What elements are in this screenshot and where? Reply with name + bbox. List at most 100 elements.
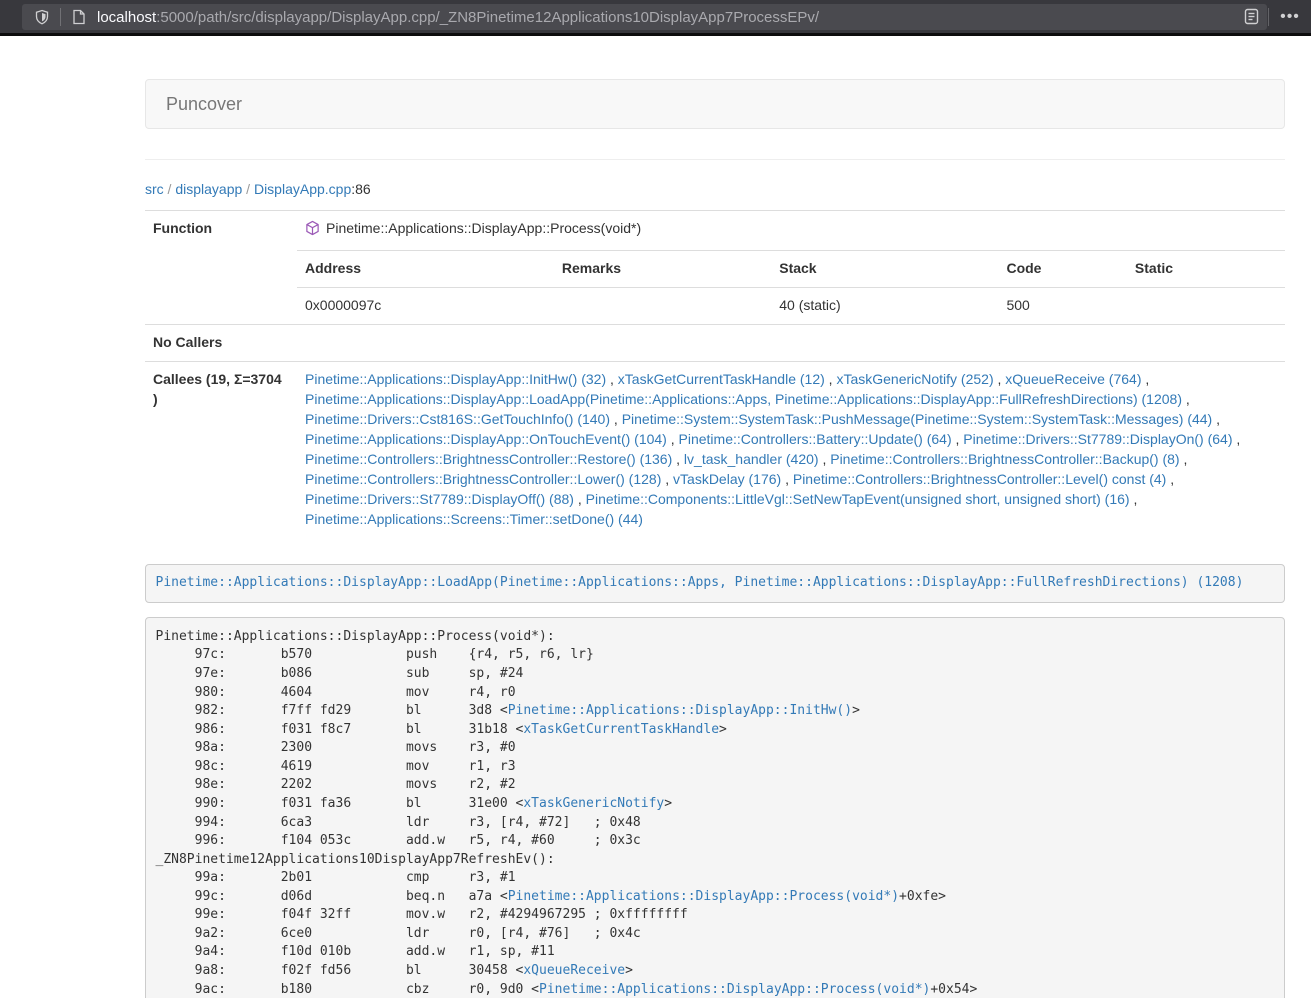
- callee-separator: ,: [606, 371, 618, 387]
- callee-separator: ,: [1130, 491, 1138, 507]
- disassembly-text: 996: f104 053c add.w r5, r4, #60 ; 0x3c: [156, 833, 641, 848]
- callee-separator: ,: [667, 431, 679, 447]
- disassembly-text: _ZN8Pinetime12Applications10DisplayApp7R…: [156, 852, 555, 867]
- callee-separator: ,: [1141, 371, 1149, 387]
- column-header-code: Code: [998, 251, 1126, 287]
- disassembly-text: >: [852, 703, 860, 718]
- breadcrumb: src / displayapp / DisplayApp.cpp:86: [145, 181, 1285, 197]
- disassembly-text: +0xfe>: [899, 889, 946, 904]
- disassembly-text: >: [625, 963, 633, 978]
- disassembly-text: 98c: 4619 mov r1, r3: [156, 759, 516, 774]
- column-header-stack: Stack: [771, 251, 998, 287]
- callee-link[interactable]: Pinetime::Applications::DisplayApp::Load…: [305, 391, 1182, 407]
- app-navbar: Puncover: [145, 79, 1285, 129]
- disassembly-symbol-link[interactable]: Pinetime::Applications::DisplayApp::Proc…: [508, 889, 899, 904]
- package-icon: [305, 220, 320, 242]
- callees-label: Callees (19, Σ=3704 ): [145, 361, 297, 537]
- breadcrumb-separator: /: [164, 181, 176, 197]
- callee-separator: ,: [1166, 471, 1174, 487]
- highlighted-symbol-box: Pinetime::Applications::DisplayApp::Load…: [145, 564, 1285, 604]
- code-size-value: 500: [998, 287, 1126, 323]
- function-row-label: Function: [145, 211, 297, 325]
- table-row: 0x0000097c 40 (static) 500: [297, 287, 1285, 323]
- breadcrumb-links: src / displayapp / DisplayApp.cpp: [145, 181, 351, 197]
- disassembly-text: >: [719, 722, 727, 737]
- callee-link[interactable]: xTaskGetCurrentTaskHandle (12): [618, 371, 825, 387]
- disassembly-symbol-link[interactable]: Pinetime::Applications::DisplayApp::Proc…: [539, 982, 930, 997]
- url-host: localhost: [97, 9, 156, 26]
- highlighted-symbol-link[interactable]: Pinetime::Applications::DisplayApp::Load…: [156, 575, 1244, 590]
- function-name-cell: Pinetime::Applications::DisplayApp::Proc…: [297, 211, 1285, 251]
- disassembly-symbol-link[interactable]: xTaskGetCurrentTaskHandle: [523, 722, 719, 737]
- breadcrumb-link[interactable]: src: [145, 181, 164, 197]
- callee-link[interactable]: lv_task_handler (420): [684, 451, 819, 467]
- disassembly-text: 99c: d06d beq.n a7a <: [156, 889, 508, 904]
- callee-link[interactable]: Pinetime::Applications::Screens::Timer::…: [305, 511, 643, 527]
- callee-link[interactable]: Pinetime::Controllers::BrightnessControl…: [305, 451, 672, 467]
- callee-separator: ,: [1233, 431, 1241, 447]
- callee-link[interactable]: Pinetime::Components::LittleVgl::SetNewT…: [586, 491, 1130, 507]
- column-header-remarks: Remarks: [554, 251, 771, 287]
- callee-link[interactable]: Pinetime::Drivers::St7789::DisplayOff() …: [305, 491, 574, 507]
- callee-separator: ,: [819, 451, 831, 467]
- disassembly-text: 990: f031 fa36 bl 31e00 <: [156, 796, 524, 811]
- callee-link[interactable]: Pinetime::Applications::DisplayApp::Init…: [305, 371, 606, 387]
- callee-link[interactable]: Pinetime::Drivers::St7789::DisplayOn() (…: [963, 431, 1232, 447]
- callee-link[interactable]: Pinetime::Controllers::BrightnessControl…: [305, 471, 661, 487]
- disassembly-text: 97e: b086 sub sp, #24: [156, 666, 524, 681]
- callee-link[interactable]: Pinetime::Drivers::Cst816S::GetTouchInfo…: [305, 411, 610, 427]
- callee-link[interactable]: Pinetime::Applications::DisplayApp::OnTo…: [305, 431, 667, 447]
- callee-separator: ,: [1180, 451, 1188, 467]
- disassembly-symbol-link[interactable]: xQueueReceive: [523, 963, 625, 978]
- shield-icon[interactable]: [30, 5, 54, 29]
- divider: [145, 159, 1285, 160]
- callee-link[interactable]: xTaskGenericNotify (252): [836, 371, 993, 387]
- callee-separator: ,: [781, 471, 793, 487]
- callee-link[interactable]: Pinetime::Controllers::BrightnessControl…: [793, 471, 1166, 487]
- function-detail-table: Address Remarks Stack Code Static 0x0000…: [297, 251, 1285, 324]
- callee-separator: ,: [994, 371, 1006, 387]
- function-name: Pinetime::Applications::DisplayApp::Proc…: [326, 220, 641, 236]
- reader-mode-icon[interactable]: [1244, 8, 1259, 30]
- browser-toolbar: localhost:5000/path/src/displayapp/Displ…: [0, 0, 1311, 33]
- breadcrumb-link[interactable]: displayapp: [175, 181, 242, 197]
- menu-ellipsis-icon[interactable]: •••: [1275, 8, 1305, 26]
- column-header-static: Static: [1127, 251, 1285, 287]
- disassembly-symbol-link[interactable]: xTaskGenericNotify: [523, 796, 664, 811]
- app-brand-link[interactable]: Puncover: [146, 80, 262, 128]
- callee-separator: ,: [952, 431, 964, 447]
- url-bar[interactable]: localhost:5000/path/src/displayapp/Displ…: [22, 4, 1267, 30]
- callee-separator: ,: [825, 371, 837, 387]
- callee-link[interactable]: Pinetime::System::SystemTask::PushMessag…: [622, 411, 1213, 427]
- breadcrumb-separator: /: [242, 181, 254, 197]
- callers-cell: [297, 324, 1285, 361]
- url-path: :5000/path/src/displayapp/DisplayApp.cpp…: [156, 9, 819, 26]
- static-value: [1127, 287, 1285, 323]
- disassembly-symbol-link[interactable]: Pinetime::Applications::DisplayApp::Init…: [508, 703, 852, 718]
- toolbar-bottom-strip: [0, 33, 1311, 36]
- function-table: Function Pinetime::Applications::Display…: [145, 210, 1285, 538]
- callee-separator: ,: [610, 411, 622, 427]
- callee-separator: ,: [574, 491, 586, 507]
- disassembly-pre: Pinetime::Applications::DisplayApp::Proc…: [145, 617, 1285, 998]
- callee-link[interactable]: Pinetime::Controllers::Battery::Update()…: [679, 431, 952, 447]
- callee-link[interactable]: xQueueReceive (764): [1005, 371, 1141, 387]
- disassembly-text: 9a8: f02f fd56 bl 30458 <: [156, 963, 524, 978]
- address-value: 0x0000097c: [297, 287, 554, 323]
- disassembly-text: 9a2: 6ce0 ldr r0, [r4, #76] ; 0x4c: [156, 926, 641, 941]
- disassembly-text: 99e: f04f 32ff mov.w r2, #4294967295 ; 0…: [156, 907, 688, 922]
- stack-value: 40 (static): [771, 287, 998, 323]
- disassembly-text: 980: 4604 mov r4, r0: [156, 685, 516, 700]
- callee-separator: ,: [672, 451, 684, 467]
- disassembly-text: 98e: 2202 movs r2, #2: [156, 777, 516, 792]
- url-text[interactable]: localhost:5000/path/src/displayapp/Displ…: [97, 9, 819, 26]
- disassembly-text: 994: 6ca3 ldr r3, [r4, #72] ; 0x48: [156, 815, 641, 830]
- breadcrumb-link[interactable]: DisplayApp.cpp: [254, 181, 351, 197]
- callee-separator: ,: [1182, 391, 1190, 407]
- page-icon[interactable]: [67, 5, 91, 29]
- disassembly-text: 9ac: b180 cbz r0, 9d0 <: [156, 982, 540, 997]
- column-header-address: Address: [297, 251, 554, 287]
- callee-link[interactable]: vTaskDelay (176): [673, 471, 781, 487]
- disassembly-text: +0x54>: [930, 982, 977, 997]
- callee-link[interactable]: Pinetime::Controllers::BrightnessControl…: [830, 451, 1179, 467]
